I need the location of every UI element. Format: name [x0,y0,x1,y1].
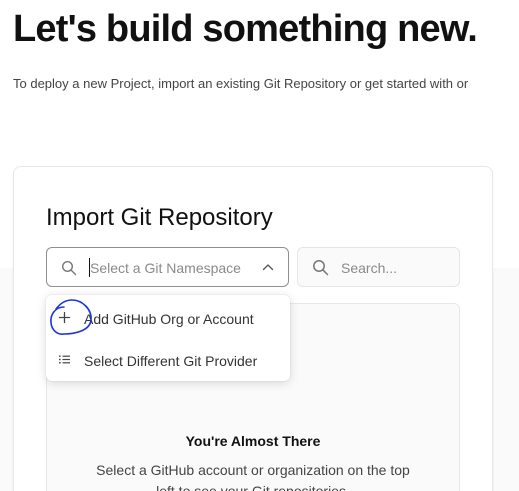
search-input[interactable] [341,258,451,278]
menu-item-label: Add GitHub Org or Account [84,311,254,327]
namespace-select-placeholder: Select a Git Namespace [90,260,241,276]
menu-item-label: Select Different Git Provider [84,353,258,369]
empty-state-title: You're Almost There [185,433,321,449]
import-card-title: Import Git Repository [46,204,273,231]
page-title: Let's build something new. [13,8,478,50]
empty-state-description: Select a GitHub account or organization … [96,462,410,491]
page-subtitle: To deploy a new Project, import an exist… [13,76,469,91]
list-icon [59,355,70,364]
menu-item-add-github-org[interactable]: Add GitHub Org or Account [46,297,290,337]
chevron-up-icon [262,264,274,271]
namespace-dropdown-menu: Add GitHub Org or Account Select Differe… [46,295,290,381]
search-icon [313,260,329,276]
search-icon [61,260,77,276]
menu-item-select-git-provider[interactable]: Select Different Git Provider [46,339,290,379]
git-namespace-select[interactable]: Select a Git Namespace [46,247,289,287]
plus-icon [58,311,71,324]
repository-search-field [297,247,460,287]
